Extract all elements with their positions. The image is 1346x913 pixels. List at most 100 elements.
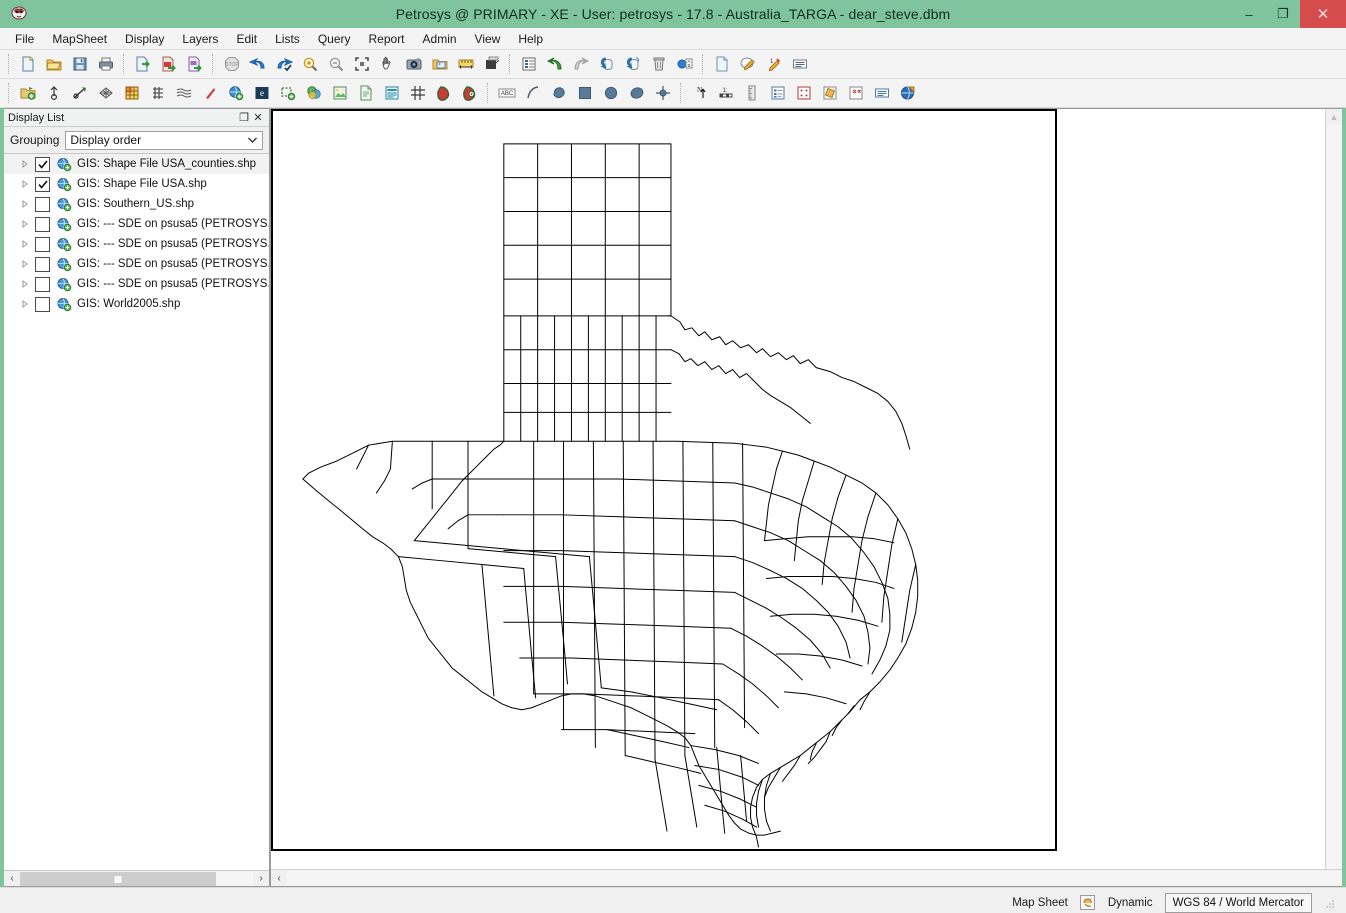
expander-icon[interactable] [18, 197, 32, 211]
export-page-icon[interactable] [131, 52, 155, 76]
snapshot-save-icon[interactable] [428, 52, 452, 76]
layer-list[interactable]: GIS: Shape File USA_counties.shp GIS: Sh… [4, 153, 269, 870]
expander-icon[interactable] [18, 217, 32, 231]
circle-tool-icon[interactable] [599, 81, 623, 105]
document-layer-icon[interactable] [354, 81, 378, 105]
minimize-button[interactable]: – [1232, 0, 1266, 28]
zoom-out-icon[interactable] [324, 52, 348, 76]
menu-admin[interactable]: Admin [414, 30, 466, 48]
forward-arrow-icon[interactable] [569, 52, 593, 76]
survey-circle-icon[interactable] [458, 81, 482, 105]
line-tool-icon[interactable] [521, 81, 545, 105]
contours-icon[interactable] [172, 81, 196, 105]
map-canvas[interactable] [271, 109, 1325, 869]
expander-icon[interactable] [18, 237, 32, 251]
layer-row-sde-goi-2[interactable]: GIS: --- SDE on psusa5 (PETROSYS.GOI [4, 274, 269, 294]
menu-layers[interactable]: Layers [173, 30, 227, 48]
insert-frame-icon[interactable] [844, 81, 868, 105]
layer-row-usa[interactable]: GIS: Shape File USA.shp [4, 174, 269, 194]
undo-icon[interactable] [246, 52, 270, 76]
add-layer-icon[interactable] [16, 81, 40, 105]
print-icon[interactable] [94, 52, 118, 76]
grid-lines-icon[interactable] [146, 81, 170, 105]
edit-pencil-icon[interactable] [736, 52, 760, 76]
redo-icon[interactable] [272, 52, 296, 76]
layer-row-usa-counties[interactable]: GIS: Shape File USA_counties.shp [4, 154, 269, 174]
image-layer-icon[interactable]: e [250, 81, 274, 105]
layer-row-sde-usa-1[interactable]: GIS: --- SDE on psusa5 (PETROSYS.USA [4, 214, 269, 234]
close-panel-icon[interactable]: ✕ [251, 111, 265, 125]
measure-width-icon[interactable] [454, 52, 478, 76]
legend-icon[interactable] [766, 81, 790, 105]
annotate-icon[interactable]: 1 [762, 52, 786, 76]
layer-row-sde-goi-1[interactable]: GIS: --- SDE on psusa5 (PETROSYS.GOI [4, 254, 269, 274]
layer-checkbox[interactable] [35, 157, 50, 172]
layer-checkbox[interactable] [35, 177, 50, 192]
refresh-data-icon[interactable] [595, 52, 619, 76]
layer-row-sde-usa-2[interactable]: GIS: --- SDE on psusa5 (PETROSYS.USA [4, 234, 269, 254]
text-abc-icon[interactable]: ABC [495, 81, 519, 105]
seismic-survey-icon[interactable] [432, 81, 456, 105]
panel-horizontal-scrollbar[interactable]: ‹ › [4, 870, 269, 886]
new-map-icon[interactable] [16, 52, 40, 76]
scrollbar-track[interactable] [20, 872, 253, 886]
scroll-left-icon[interactable]: ‹ [4, 871, 20, 886]
globe-projection-icon[interactable] [896, 81, 920, 105]
dynamic-label[interactable]: Dynamic [1104, 897, 1157, 909]
wells-icon[interactable] [68, 81, 92, 105]
menu-help[interactable]: Help [509, 30, 552, 48]
menu-edit[interactable]: Edit [227, 30, 266, 48]
expander-icon[interactable] [18, 297, 32, 311]
scroll-left-icon[interactable]: ‹ [271, 871, 287, 886]
export-presentation-icon[interactable] [183, 52, 207, 76]
layer-checkbox[interactable] [35, 277, 50, 292]
menu-view[interactable]: View [466, 30, 510, 48]
expander-icon[interactable] [18, 257, 32, 271]
ellipse-tool-icon[interactable] [625, 81, 649, 105]
fault-icon[interactable] [198, 81, 222, 105]
grid-frame-icon[interactable] [406, 81, 430, 105]
projection-label[interactable]: WGS 84 / World Mercator [1165, 893, 1312, 913]
open-folder-icon[interactable] [42, 52, 66, 76]
scroll-up-icon[interactable]: ▲ [1327, 109, 1342, 125]
grouping-dropdown[interactable]: Display order [65, 131, 263, 150]
spell-check-icon[interactable]: AB [673, 52, 697, 76]
culture-layer-icon[interactable] [302, 81, 326, 105]
chevron-down-icon[interactable] [244, 133, 260, 148]
layer-checkbox[interactable] [35, 257, 50, 272]
dynamic-refresh-icon[interactable] [1080, 895, 1096, 911]
map-horizontal-scrollbar[interactable]: ‹ [271, 869, 1342, 886]
stop-icon[interactable]: STOP [220, 52, 244, 76]
map-vertical-scrollbar[interactable]: ▲ [1325, 109, 1342, 869]
back-arrow-icon[interactable] [543, 52, 567, 76]
map-sheet[interactable] [271, 109, 1057, 851]
ruler-icon[interactable] [740, 81, 764, 105]
properties-icon[interactable] [788, 52, 812, 76]
polyline-tool-icon[interactable] [547, 81, 571, 105]
scrollbar-thumb[interactable] [20, 872, 216, 886]
new-document-icon[interactable] [710, 52, 734, 76]
list-view-icon[interactable] [517, 52, 541, 76]
save-disk-icon[interactable] [68, 52, 92, 76]
refresh-all-icon[interactable] [621, 52, 645, 76]
menu-report[interactable]: Report [360, 30, 414, 48]
maximize-button[interactable]: ❐ [1266, 0, 1300, 28]
layer-row-world2005[interactable]: GIS: World2005.shp [4, 294, 269, 314]
zoom-extents-icon[interactable] [350, 52, 374, 76]
rectangle-tool-icon[interactable] [573, 81, 597, 105]
seismic-point-icon[interactable] [42, 81, 66, 105]
gis-layer-add-icon[interactable] [224, 81, 248, 105]
resize-grip-icon[interactable] [1324, 897, 1336, 909]
polygon-add-icon[interactable] [276, 81, 300, 105]
float-panel-icon[interactable]: ❐ [237, 111, 251, 125]
close-button[interactable]: ✕ [1300, 0, 1346, 28]
layer-checkbox[interactable] [35, 217, 50, 232]
expander-icon[interactable] [18, 277, 32, 291]
scroll-right-icon[interactable]: › [253, 871, 269, 886]
title-block-icon[interactable] [870, 81, 894, 105]
layer-checkbox[interactable] [35, 197, 50, 212]
color-grid-icon[interactable] [120, 81, 144, 105]
rotate-sheet-icon[interactable] [818, 81, 842, 105]
map-hscrollbar-track[interactable] [287, 871, 1342, 885]
north-arrow-icon[interactable]: N [688, 81, 712, 105]
